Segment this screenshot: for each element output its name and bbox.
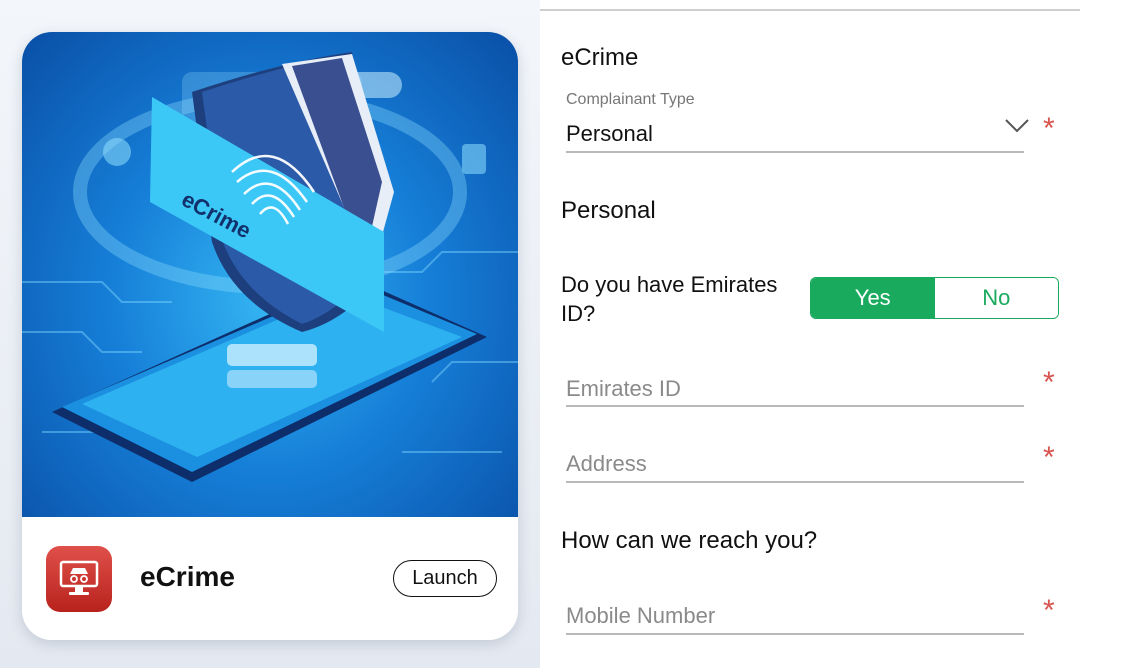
reach-section-title: How can we reach you? (561, 527, 818, 554)
top-divider (540, 9, 1080, 11)
address-underline (566, 481, 1024, 483)
emirates-id-underline (566, 405, 1024, 407)
personal-section-title: Personal (561, 197, 656, 224)
address-input[interactable]: Address (566, 451, 647, 477)
toggle-no[interactable]: No (934, 278, 1058, 318)
card-footer: eCrime Launch (22, 517, 518, 640)
complainant-type-required: * (1043, 112, 1055, 145)
launch-button[interactable]: Launch (393, 560, 497, 597)
address-required: * (1043, 441, 1055, 474)
toggle-yes[interactable]: Yes (811, 278, 935, 318)
app-name: eCrime (140, 561, 235, 592)
mobile-number-required: * (1043, 594, 1055, 627)
complainant-type-underline (566, 151, 1024, 153)
emirates-id-required: * (1043, 366, 1055, 399)
cyber-illustration: eCrime (22, 52, 518, 482)
chevron-down-icon[interactable] (1004, 118, 1030, 134)
app-icon[interactable] (46, 546, 112, 612)
complainant-type-label: Complainant Type (566, 91, 695, 108)
emirates-id-input[interactable]: Emirates ID (566, 376, 681, 402)
emirates-id-question: Do you have Emirates ID? (561, 272, 778, 326)
hero-image: eCrime (22, 32, 518, 517)
form-title: eCrime (561, 44, 639, 71)
app-card: eCrime eCrime Launch (22, 32, 518, 640)
complainant-type-select[interactable]: Personal (566, 121, 653, 147)
mobile-number-input[interactable]: Mobile Number (566, 603, 715, 629)
emirates-id-toggle[interactable]: Yes No (810, 277, 1059, 319)
mobile-number-underline (566, 633, 1024, 635)
monitor-spy-icon (59, 560, 99, 595)
